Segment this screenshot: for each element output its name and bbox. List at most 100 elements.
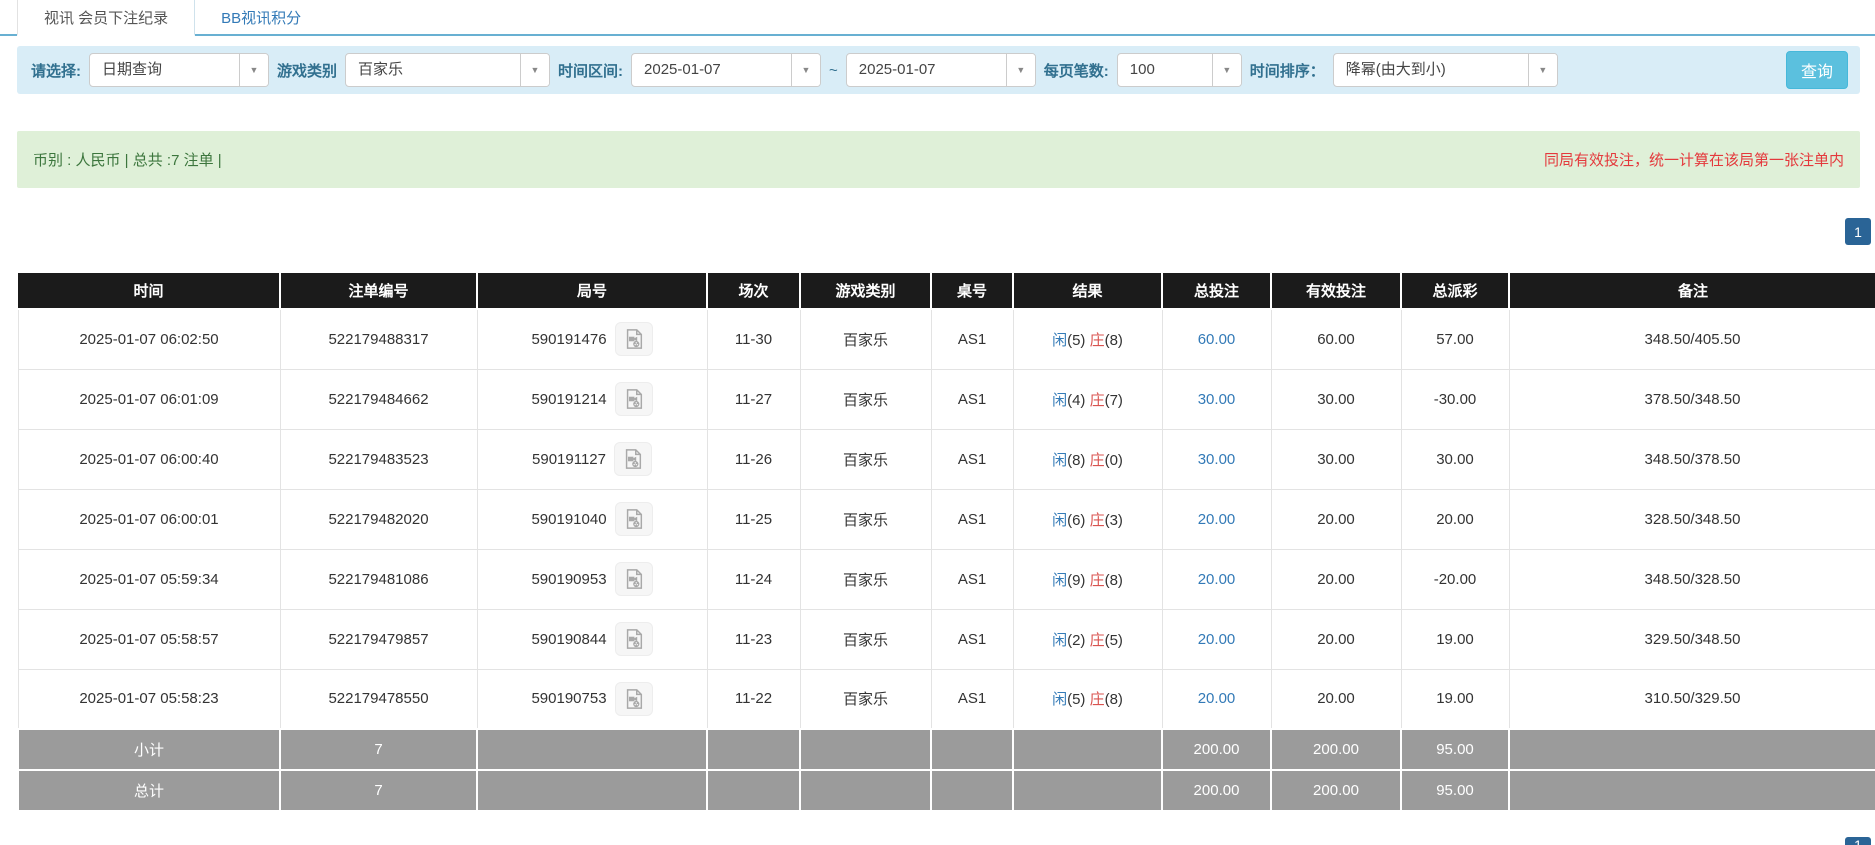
cell-result: 闲(9) 庄(8) <box>1013 549 1162 609</box>
table-row: 2025-01-07 05:59:34522179481086590190953… <box>18 549 1875 609</box>
cell-time: 2025-01-07 05:58:23 <box>18 669 280 729</box>
cell-result: 闲(2) 庄(5) <box>1013 609 1162 669</box>
total-bet-link[interactable]: 20.00 <box>1198 690 1236 707</box>
cell-total-bet-link[interactable]: 30.00 <box>1162 429 1271 489</box>
cell-round-id: 590190953 <box>477 549 707 609</box>
cell-total-bet-link[interactable]: 20.00 <box>1162 489 1271 549</box>
total-bet-link[interactable]: 20.00 <box>1198 511 1236 528</box>
total-row-cell-2 <box>477 770 707 811</box>
total-row-cell-3 <box>707 770 800 811</box>
cell-game-type: 百家乐 <box>800 429 931 489</box>
cell-payout: -20.00 <box>1401 549 1509 609</box>
total-row-cell-9: 95.00 <box>1401 770 1509 811</box>
subtotal-row-cell-7: 200.00 <box>1162 729 1271 770</box>
cell-remark: 348.50/328.50 <box>1509 549 1875 609</box>
video-replay-button[interactable] <box>615 682 653 716</box>
cell-total-bet-link[interactable]: 20.00 <box>1162 609 1271 669</box>
video-replay-icon <box>623 508 645 530</box>
cell-game-type: 百家乐 <box>800 489 931 549</box>
cell-table-no: AS1 <box>931 489 1013 549</box>
cell-remark: 348.50/378.50 <box>1509 429 1875 489</box>
total-row-cell-1: 7 <box>280 770 477 811</box>
tab-video-bet-records[interactable]: 视讯 会员下注纪录 <box>17 0 195 36</box>
chevron-down-icon: ▼ <box>1212 54 1241 86</box>
filter-bar: 请选择: 日期查询 ▼ 游戏类别 百家乐 ▼ 时间区间: 2025-01-07 … <box>17 46 1860 94</box>
round-id-text: 590191127 <box>532 451 606 468</box>
table-row: 2025-01-07 05:58:23522179478550590190753… <box>18 669 1875 729</box>
tab-bar: 视讯 会员下注纪录 BB视讯积分 <box>0 0 1875 36</box>
subtotal-row-cell-1: 7 <box>280 729 477 770</box>
total-row-cell-4 <box>800 770 931 811</box>
total-bet-link[interactable]: 60.00 <box>1198 331 1236 348</box>
video-replay-button[interactable] <box>614 442 652 476</box>
video-replay-icon <box>623 328 645 350</box>
cell-total-bet-link[interactable]: 30.00 <box>1162 369 1271 429</box>
total-bet-link[interactable]: 20.00 <box>1198 571 1236 588</box>
chevron-down-icon: ▼ <box>520 54 549 86</box>
table-body: 2025-01-07 06:02:50522179488317590191476… <box>18 309 1875 811</box>
table-row: 2025-01-07 06:02:50522179488317590191476… <box>18 309 1875 369</box>
date-to-value: 2025-01-07 <box>847 54 1006 86</box>
video-replay-button[interactable] <box>615 562 653 596</box>
currency-total-text: 币别 : 人民币 | 总共 :7 注单 | <box>33 149 222 170</box>
column-header-8: 有效投注 <box>1271 273 1401 309</box>
table-header: 时间注单编号局号场次游戏类别桌号结果总投注有效投注总派彩备注 <box>18 273 1875 309</box>
query-type-select[interactable]: 日期查询 ▼ <box>89 53 269 87</box>
cell-round-id: 590191214 <box>477 369 707 429</box>
subtotal-row-cell-4 <box>800 729 931 770</box>
pagination-page-1-bottom[interactable]: 1 <box>1845 837 1871 845</box>
total-bet-link[interactable]: 20.00 <box>1198 631 1236 648</box>
total-row-cell-10 <box>1509 770 1875 811</box>
time-sort-select[interactable]: 降幂(由大到小) ▼ <box>1333 53 1558 87</box>
chevron-down-icon: ▼ <box>239 54 268 86</box>
cell-remark: 310.50/329.50 <box>1509 669 1875 729</box>
time-sort-label: 时间排序： <box>1250 60 1325 81</box>
total-row-cell-0: 总计 <box>18 770 280 811</box>
cell-bet-id: 522179483523 <box>280 429 477 489</box>
total-row-cell-7: 200.00 <box>1162 770 1271 811</box>
select-type-label: 请选择: <box>31 60 81 81</box>
cell-time: 2025-01-07 05:59:34 <box>18 549 280 609</box>
video-replay-icon <box>623 388 645 410</box>
round-id-text: 590190844 <box>531 631 606 648</box>
tab-bb-video-points[interactable]: BB视讯积分 <box>195 0 327 34</box>
subtotal-row-cell-6 <box>1013 729 1162 770</box>
cell-session: 11-24 <box>707 549 800 609</box>
query-button[interactable]: 查询 <box>1786 51 1848 89</box>
total-bet-link[interactable]: 30.00 <box>1198 391 1236 408</box>
cell-table-no: AS1 <box>931 549 1013 609</box>
total-row-cell-8: 200.00 <box>1271 770 1401 811</box>
video-replay-button[interactable] <box>615 382 653 416</box>
date-from-value: 2025-01-07 <box>632 54 791 86</box>
video-replay-button[interactable] <box>615 322 653 356</box>
game-type-select[interactable]: 百家乐 ▼ <box>345 53 550 87</box>
video-replay-icon <box>623 568 645 590</box>
per-page-select[interactable]: 100 ▼ <box>1117 53 1242 87</box>
video-replay-button[interactable] <box>615 502 653 536</box>
video-replay-icon <box>623 628 645 650</box>
total-row: 总计7200.00200.0095.00 <box>18 770 1875 811</box>
per-page-label: 每页笔数: <box>1044 60 1109 81</box>
total-bet-link[interactable]: 30.00 <box>1198 451 1236 468</box>
cell-bet-id: 522179488317 <box>280 309 477 369</box>
cell-payout: 19.00 <box>1401 669 1509 729</box>
cell-valid-bet: 20.00 <box>1271 609 1401 669</box>
cell-time: 2025-01-07 06:00:01 <box>18 489 280 549</box>
cell-total-bet-link[interactable]: 60.00 <box>1162 309 1271 369</box>
range-tilde: ~ <box>829 62 838 79</box>
cell-payout: 19.00 <box>1401 609 1509 669</box>
date-to-select[interactable]: 2025-01-07 ▼ <box>846 53 1036 87</box>
video-replay-button[interactable] <box>615 622 653 656</box>
cell-bet-id: 522179479857 <box>280 609 477 669</box>
video-replay-icon <box>622 448 644 470</box>
summary-bar: 币别 : 人民币 | 总共 :7 注单 | 同局有效投注，统一计算在该局第一张注… <box>17 131 1860 188</box>
chevron-down-icon: ▼ <box>1528 54 1557 86</box>
cell-result: 闲(4) 庄(7) <box>1013 369 1162 429</box>
cell-total-bet-link[interactable]: 20.00 <box>1162 549 1271 609</box>
cell-table-no: AS1 <box>931 609 1013 669</box>
subtotal-row-cell-5 <box>931 729 1013 770</box>
query-type-value: 日期查询 <box>90 54 239 86</box>
cell-total-bet-link[interactable]: 20.00 <box>1162 669 1271 729</box>
pagination-page-1[interactable]: 1 <box>1845 218 1871 245</box>
date-from-select[interactable]: 2025-01-07 ▼ <box>631 53 821 87</box>
